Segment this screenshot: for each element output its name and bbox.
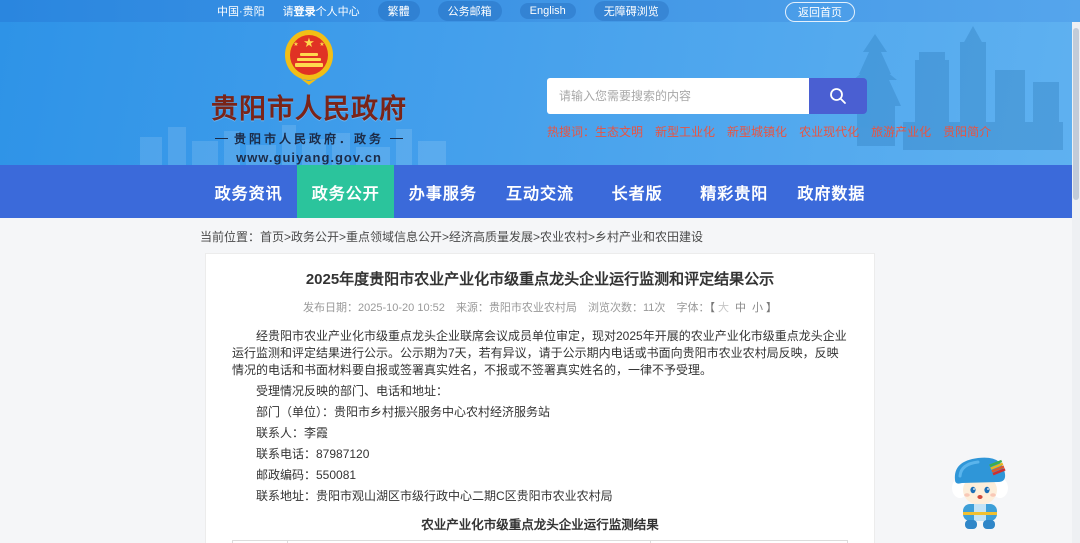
font-size-option-2[interactable]: 中 — [735, 302, 746, 314]
search-icon — [830, 88, 846, 104]
font-size-option-3[interactable]: 小 — [752, 302, 763, 314]
article-paragraph-6: 邮政编码：550081 — [256, 468, 357, 482]
font-size-option-1[interactable]: 大 — [718, 302, 729, 314]
scrollbar-thumb[interactable] — [1073, 28, 1079, 200]
hot-word-5[interactable]: 旅游产业化 — [871, 125, 931, 139]
breadcrumb-path[interactable]: 首页>政务公开>重点领域信息公开>经济高质量发展>农业农村>乡村产业和农田建设 — [260, 230, 703, 244]
main-navigation: 政务资讯 政务公开 办事服务 互动交流 长者版 精彩贵阳 政府数据 — [0, 165, 1080, 218]
national-emblem-icon: ★ ★ ★ — [285, 30, 333, 85]
publish-date: 2025-10-20 10:52 — [358, 302, 445, 314]
article-paragraph-1: 经贵阳市农业产业化市级重点龙头企业联席会议成员单位审定，现对2025年开展的农业… — [232, 329, 847, 377]
subtitle-dash-left — [214, 138, 228, 139]
traditional-chinese-button[interactable]: 繁體 — [377, 1, 420, 21]
view-count: 11次 — [643, 302, 666, 314]
article-card: 2025年度贵阳市农业产业化市级重点龙头企业运行监测和评定结果公示 发布日期：2… — [205, 253, 875, 543]
article-source: 贵阳市农业农村局 — [488, 302, 577, 314]
site-logo[interactable]: ★ ★ ★ 贵阳市人民政府 贵阳市人民政府．政务 www.guiyang.gov… — [203, 29, 415, 165]
topbar: 中国·贵阳 请登录个人中心 繁體 公务邮箱 English 无障碍浏览 返回首页 — [0, 0, 1080, 22]
subtitle-dash-right — [390, 138, 403, 139]
nav-item-7[interactable]: 政府数据 — [783, 165, 880, 218]
nav-item-4[interactable]: 互动交流 — [491, 165, 588, 218]
breadcrumb-label: 当前位置： — [200, 230, 261, 244]
article-paragraph-5: 联系电话：87987120 — [256, 447, 370, 461]
search-button[interactable] — [809, 78, 867, 114]
site-title: 贵阳市人民政府 — [211, 94, 407, 124]
scrollbar[interactable] — [1072, 22, 1080, 543]
article-paragraph-7: 联系地址：贵阳市观山湖区市级行政中心二期C区贵阳市农业农村局 — [256, 489, 613, 503]
nav-item-6[interactable]: 精彩贵阳 — [686, 165, 783, 218]
hot-word-4[interactable]: 农业现代化 — [799, 125, 859, 139]
table-caption: 农业产业化市级重点龙头企业运行监测结果 — [421, 518, 659, 532]
english-button[interactable]: English — [519, 3, 576, 19]
article-paragraph-2: 受理情况反映的部门、电话和地址： — [256, 384, 449, 398]
back-home-button[interactable]: 返回首页 — [785, 2, 855, 22]
hot-word-1[interactable]: 生态文明 — [595, 125, 643, 139]
article-title: 2025年度贵阳市农业产业化市级重点龙头企业运行监测和评定结果公示 — [305, 271, 775, 288]
site-header-banner: ★ ★ ★ 贵阳市人民政府 贵阳市人民政府．政务 www.guiyang.gov… — [0, 22, 1080, 165]
hot-search-label: 热搜词： — [547, 125, 596, 139]
nav-item-5[interactable]: 长者版 — [589, 165, 686, 218]
breadcrumb: 当前位置：首页>政务公开>重点领域信息公开>经济高质量发展>农业农村>乡村产业和… — [195, 218, 885, 253]
accessibility-button[interactable]: 无障碍浏览 — [593, 1, 669, 21]
svg-text:★: ★ — [293, 41, 298, 48]
hot-word-3[interactable]: 新型城镇化 — [727, 125, 787, 139]
article-body: 经贵阳市农业产业化市级重点龙头企业联席会议成员单位审定，现对2025年开展的农业… — [232, 328, 848, 505]
site-subtitle: 贵阳市人民政府．政务 — [233, 132, 384, 146]
hot-search-row: 热搜词：生态文明 新型工业化 新型城镇化 农业现代化 旅游产业化 贵阳简介 — [547, 123, 991, 140]
hot-word-2[interactable]: 新型工业化 — [655, 125, 715, 139]
search-input[interactable] — [547, 78, 809, 114]
nav-item-3[interactable]: 办事服务 — [394, 165, 491, 218]
article-paragraph-4: 联系人：李霞 — [256, 426, 329, 440]
article-paragraph-3: 部门（单位）：贵阳市乡村振兴服务中心农村经济服务站 — [256, 405, 551, 419]
site-url: www.guiyang.gov.cn — [236, 150, 382, 165]
mascot-assistant-icon[interactable] — [948, 448, 1012, 530]
article-meta: 发布日期：2025-10-20 10:52 来源：贵阳市农业农村局 浏览次数：1… — [303, 302, 777, 314]
nav-item-2[interactable]: 政务公开 — [297, 165, 395, 218]
official-mail-button[interactable]: 公务邮箱 — [437, 1, 502, 21]
topbar-region-link[interactable]: 中国·贵阳 — [217, 3, 265, 19]
nav-item-1[interactable]: 政务资讯 — [200, 165, 297, 218]
hot-word-6[interactable]: 贵阳简介 — [943, 125, 991, 139]
login-link[interactable]: 请登录个人中心 — [283, 3, 360, 19]
svg-text:★: ★ — [319, 41, 324, 48]
svg-text:★: ★ — [303, 35, 315, 50]
